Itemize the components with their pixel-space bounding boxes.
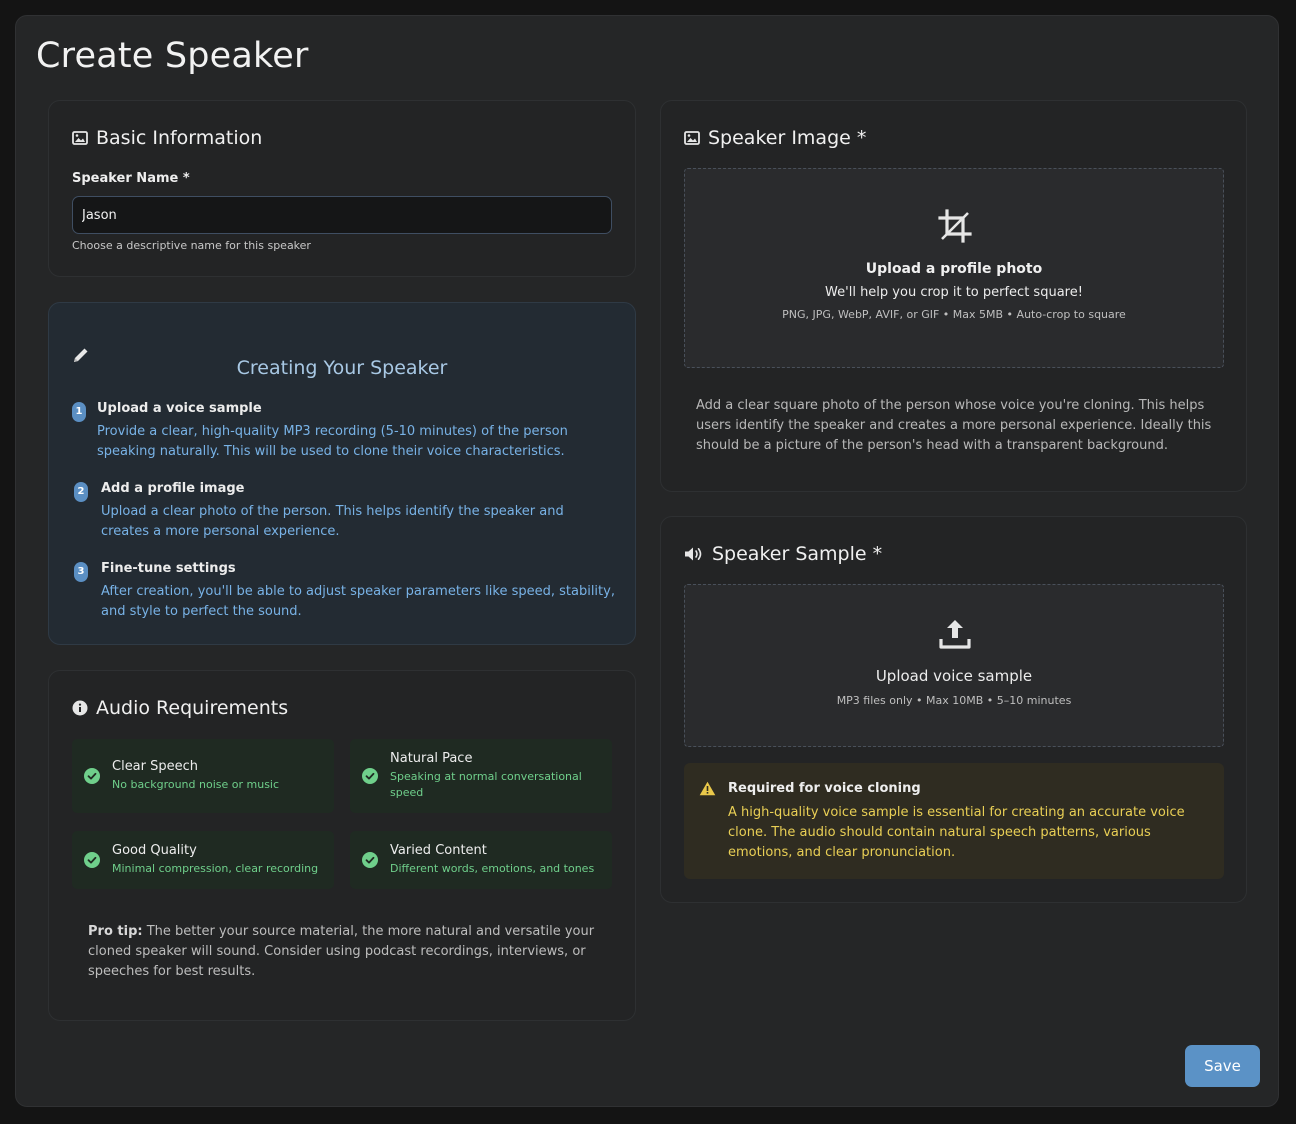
crop-icon [938,209,972,243]
basic-information-title: Basic Information [72,127,262,149]
image-icon [684,131,700,145]
audio-requirements-card: Audio Requirements Clear Speech No backg… [48,670,636,1021]
image-icon [72,131,88,145]
requirement-title: Good Quality [112,843,197,858]
pro-tip-label: Pro tip: [88,924,143,939]
warning-title: Required for voice cloning [728,781,921,796]
voice-sample-dropzone[interactable]: Upload voice sample MP3 files only • Max… [684,584,1224,747]
speaker-sample-title-text: Speaker Sample * [712,543,883,565]
warning-description: A high-quality voice sample is essential… [728,805,1185,860]
save-button[interactable]: Save [1185,1045,1260,1087]
requirement-title: Varied Content [390,843,487,858]
upload-icon [939,620,971,649]
step-2-description: Upload a clear photo of the person. This… [101,504,564,539]
requirement-clear-speech: Clear Speech No background noise or musi… [72,739,334,813]
warning-triangle-icon [699,781,716,796]
requirement-description: No background noise or music [112,778,280,791]
requirement-description: Speaking at normal conversational speed [390,770,582,799]
guide-title: Creating Your Speaker [236,357,448,379]
requirement-description: Minimal compression, clear recording [112,862,319,875]
check-circle-icon [362,852,378,868]
creating-speaker-guide-card: Creating Your Speaker 1 Upload a voice s… [48,302,636,645]
volume-icon [685,547,702,561]
basic-information-card: Basic Information Speaker Name * Choose … [48,100,636,277]
audio-requirements-title-text: Audio Requirements [96,697,289,719]
speaker-name-input[interactable] [72,196,612,234]
requirement-title: Natural Pace [390,751,473,766]
speaker-name-hint: Choose a descriptive name for this speak… [72,239,311,252]
pro-tip: Pro tip: The better your source material… [88,922,608,982]
check-circle-icon [84,768,100,784]
upload-voice-title: Upload voice sample [875,667,1033,685]
step-1-description: Provide a clear, high-quality MP3 record… [97,424,568,459]
pro-tip-text: The better your source material, the mor… [88,924,595,979]
upload-voice-requirements: MP3 files only • Max 10MB • 5–10 minutes [836,694,1072,707]
step-1-badge: 1 [72,402,86,422]
voice-cloning-warning: Required for voice cloning A high-qualit… [684,763,1224,879]
step-1-title: Upload a voice sample [97,401,262,416]
audio-requirements-title: Audio Requirements [72,697,288,719]
step-3-title: Fine-tune settings [101,561,236,576]
speaker-image-helper-text: Add a clear square photo of the person w… [696,398,1212,453]
speaker-sample-card: Speaker Sample * Upload voice sample MP3… [660,516,1247,903]
step-3-badge: 3 [74,562,88,582]
speaker-image-card: Speaker Image * Upload a profile photo W… [660,100,1247,492]
requirement-natural-pace: Natural Pace Speaking at normal conversa… [350,739,612,813]
speaker-image-title: Speaker Image * [684,127,866,149]
page-title: Create Speaker [36,36,309,76]
check-circle-icon [84,852,100,868]
step-3-description: After creation, you'll be able to adjust… [101,584,615,619]
info-circle-icon [72,700,88,716]
create-speaker-page: Create Speaker Basic Information Speaker… [15,15,1279,1107]
basic-information-title-text: Basic Information [96,127,263,149]
speaker-name-label: Speaker Name * [72,171,190,186]
requirement-good-quality: Good Quality Minimal compression, clear … [72,831,334,889]
profile-photo-dropzone[interactable]: Upload a profile photo We'll help you cr… [684,168,1224,368]
requirement-varied-content: Varied Content Different words, emotions… [350,831,612,889]
upload-photo-title: Upload a profile photo [865,261,1043,277]
step-2-title: Add a profile image [101,481,245,496]
upload-photo-subtitle: We'll help you crop it to perfect square… [825,285,1083,300]
speaker-sample-title: Speaker Sample * [684,543,882,565]
speaker-image-title-text: Speaker Image * [708,127,867,149]
requirement-description: Different words, emotions, and tones [390,862,595,875]
requirement-title: Clear Speech [112,759,199,774]
upload-photo-requirements: PNG, JPG, WebP, AVIF, or GIF • Max 5MB •… [782,308,1126,321]
step-2-badge: 2 [74,482,88,502]
check-circle-icon [362,768,378,784]
